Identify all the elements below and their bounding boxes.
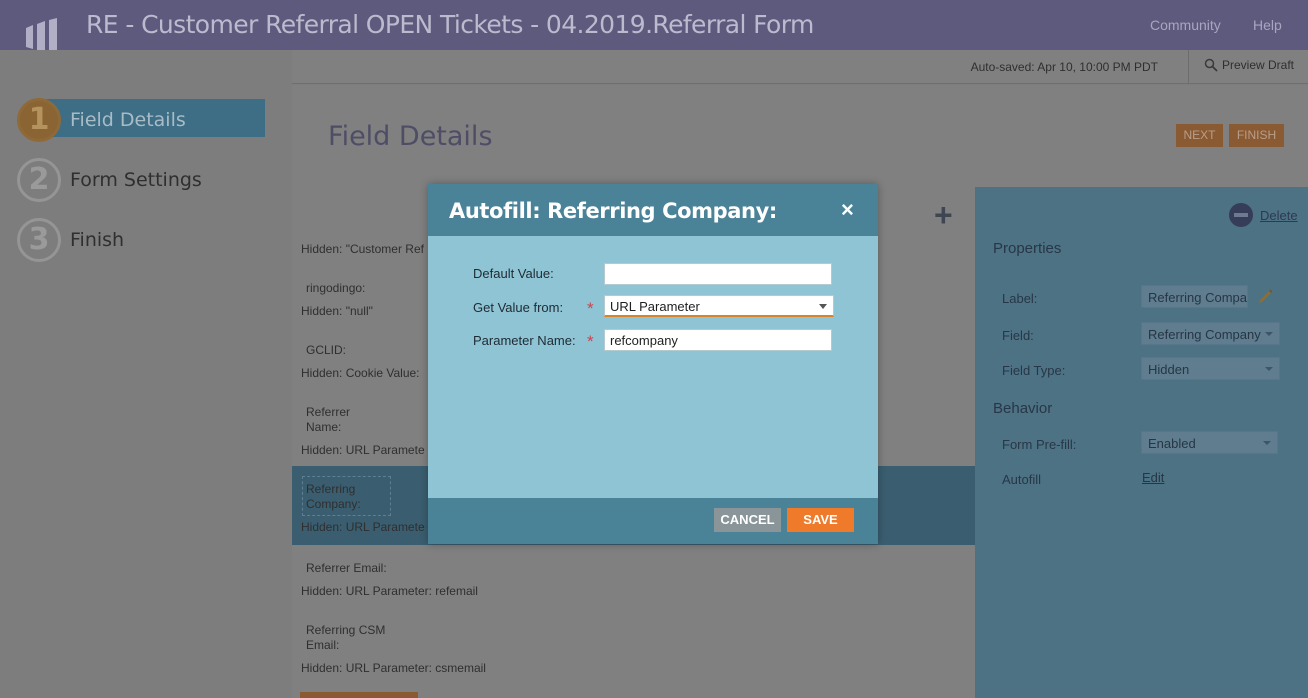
field-select[interactable]: Referring Company (1141, 322, 1280, 345)
wizard-steps: 1 Field Details 2 Form Settings 3 Finish (0, 50, 292, 698)
pencil-icon[interactable] (1257, 287, 1275, 305)
status-bar: Auto-saved: Apr 10, 10:00 PM PDT Preview… (292, 50, 1308, 84)
step-number: 3 (17, 218, 61, 262)
label-field-label: Label: (1002, 291, 1038, 306)
preview-draft-label: Preview Draft (1222, 58, 1295, 72)
help-link[interactable]: Help (1253, 17, 1282, 33)
top-bar: RE - Customer Referral OPEN Tickets - 04… (0, 0, 1308, 74)
properties-heading: Properties (993, 240, 1062, 257)
field-name[interactable]: Name: (306, 420, 341, 434)
field-name[interactable]: Referrer (306, 405, 350, 419)
community-link[interactable]: Community (1150, 17, 1221, 33)
field-value[interactable]: Hidden: URL Parameter: refemail (301, 584, 478, 598)
field-type-label: Field Type: (1002, 363, 1066, 378)
autofill-edit-link[interactable]: Edit (1142, 470, 1164, 485)
properties-panel: Delete Properties Label: Referring Compa… (975, 187, 1308, 698)
main-header: Field Details NEXT FINISH (292, 85, 1308, 187)
next-button[interactable]: NEXT (1176, 124, 1223, 147)
field-name: Referring (306, 482, 356, 496)
step-label: Form Settings (70, 169, 202, 191)
field-name[interactable]: ringodingo: (306, 281, 365, 295)
autosaved-status: Auto-saved: Apr 10, 10:00 PM PDT (970, 60, 1158, 74)
behavior-heading: Behavior (993, 400, 1053, 417)
field-name[interactable]: Email: (306, 638, 339, 652)
step-finish[interactable]: 3 Finish (17, 218, 267, 262)
get-value-label: Get Value from: (473, 300, 564, 315)
divider (1188, 50, 1189, 84)
field-value[interactable]: Hidden: URL Parameter: csmemail (301, 661, 486, 675)
get-value-select[interactable]: URL Parameter (604, 295, 834, 317)
field-name: Company: (306, 497, 361, 511)
autofill-dialog: Autofill: Referring Company: × Default V… (428, 184, 878, 544)
field-type-select[interactable]: Hidden (1141, 357, 1280, 380)
finish-button[interactable]: FINISH (1229, 124, 1284, 147)
default-value-input[interactable] (604, 263, 832, 285)
field-value[interactable]: Hidden: "Customer Ref (301, 242, 424, 256)
step-label: Field Details (70, 109, 186, 131)
delete-field-button[interactable]: Delete (1229, 203, 1298, 227)
field-value[interactable]: Hidden: Cookie Value: (301, 366, 420, 380)
step-form-settings[interactable]: 2 Form Settings (17, 158, 267, 202)
field-value[interactable]: Hidden: URL Paramete (301, 443, 425, 457)
app-title: RE - Customer Referral OPEN Tickets - 04… (86, 10, 814, 39)
preview-draft-button[interactable]: Preview Draft (1204, 58, 1294, 72)
add-field-icon[interactable]: + (934, 197, 953, 234)
logo-icon (26, 18, 57, 54)
required-indicator: * (587, 332, 594, 351)
label-input[interactable]: Referring Compa (1141, 285, 1248, 308)
step-field-details[interactable]: 1 Field Details (17, 98, 267, 142)
save-button[interactable]: SAVE (787, 508, 854, 532)
field-name[interactable]: Referring CSM (306, 623, 385, 637)
autofill-label: Autofill (1002, 472, 1042, 487)
minus-circle-icon (1229, 203, 1253, 227)
field-name[interactable]: GCLID: (306, 343, 346, 357)
step-label: Finish (70, 229, 125, 251)
default-value-label: Default Value: (473, 266, 554, 281)
field-label: Field: (1002, 328, 1034, 343)
field-value[interactable]: Hidden: "null" (301, 304, 373, 318)
parameter-name-input[interactable]: refcompany (604, 329, 832, 351)
delete-label: Delete (1260, 207, 1298, 223)
step-number: 1 (17, 98, 61, 142)
field-value: Hidden: URL Paramete (301, 520, 425, 534)
prefill-label: Form Pre-fill: (1002, 437, 1077, 452)
close-icon[interactable]: × (841, 197, 854, 223)
cancel-button[interactable]: CANCEL (714, 508, 781, 532)
parameter-name-label: Parameter Name: (473, 333, 576, 348)
magnifier-icon (1204, 58, 1218, 72)
submit-button-preview[interactable] (300, 692, 418, 698)
step-number: 2 (17, 158, 61, 202)
dialog-header: Autofill: Referring Company: × (428, 184, 878, 236)
dialog-footer: CANCEL SAVE (428, 498, 878, 544)
dialog-title: Autofill: Referring Company: (449, 199, 777, 223)
required-indicator: * (587, 299, 594, 318)
field-name[interactable]: Referrer Email: (306, 561, 387, 575)
prefill-select[interactable]: Enabled (1141, 431, 1278, 454)
page-title: Field Details (328, 121, 493, 152)
